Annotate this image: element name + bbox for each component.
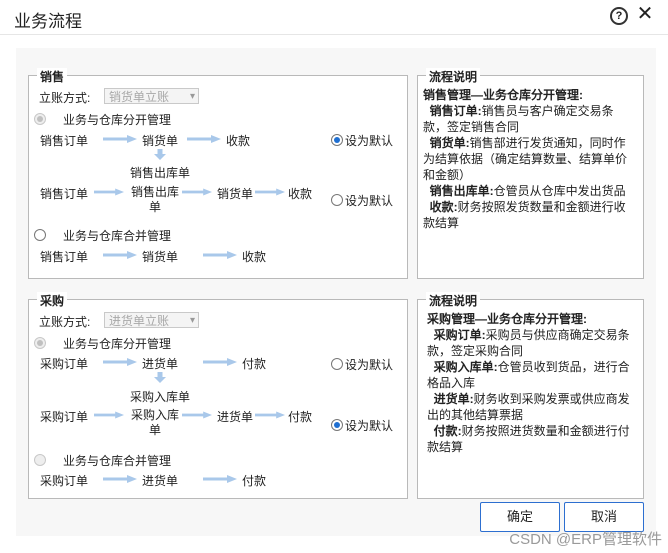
title-bar: 业务流程 ? ✕ bbox=[0, 0, 668, 35]
purchase-separate-label: 业务与仓库分开管理 bbox=[63, 337, 172, 351]
sales-desc-item: 销货单:销售部进行发货通知，同时作为结算依据（确定结算数量、结算单价和金额） bbox=[423, 135, 637, 183]
purchase-flow3-node-3: 付款 bbox=[242, 474, 267, 488]
sales-desc-text: 销售管理—业务仓库分开管理: 销售订单:销售员与客户确定交易条款，签定销售合同 … bbox=[423, 87, 637, 231]
arrow-right-icon bbox=[94, 188, 124, 196]
purchase-flow2-node-4: 付款 bbox=[288, 410, 313, 424]
sales-flow2-node-2-text: 销售出库单 bbox=[130, 185, 179, 214]
purchase-desc-heading: 采购管理—业务仓库分开管理: bbox=[427, 312, 587, 326]
sales-group: 销售 立账方式: 销货单立账 ▾ 业务与仓库分开管理 销售订单 销货单 收款 设… bbox=[28, 68, 408, 279]
sales-flow2-node-2: 销售出库单 bbox=[130, 185, 180, 215]
sales-method-value: 销货单立账 bbox=[109, 90, 170, 104]
sales-flow3-node-2: 销货单 bbox=[142, 250, 179, 264]
sales-desc-item: 销售订单:销售员与客户确定交易条款，签定销售合同 bbox=[423, 103, 637, 135]
purchase-mid-node: 采购入库单 bbox=[130, 390, 191, 404]
sales-merge-label: 业务与仓库合并管理 bbox=[63, 229, 172, 243]
arrow-right-icon bbox=[182, 411, 212, 419]
sales-desc-group: 流程说明 销售管理—业务仓库分开管理: 销售订单:销售员与客户确定交易条款，签定… bbox=[417, 68, 644, 279]
arrow-right-icon bbox=[182, 188, 212, 196]
purchase-desc-term: 进货单: bbox=[433, 392, 474, 406]
purchase-default-label-2: 设为默认 bbox=[345, 419, 394, 433]
arrow-right-icon bbox=[203, 358, 237, 366]
arrow-right-icon bbox=[103, 135, 137, 143]
help-icon[interactable]: ? bbox=[610, 7, 628, 25]
sales-separate-label: 业务与仓库分开管理 bbox=[63, 113, 172, 127]
purchase-desc-legend: 流程说明 bbox=[426, 292, 481, 309]
purchase-flow3-node-2: 进货单 bbox=[142, 474, 179, 488]
purchase-desc-term: 付款: bbox=[433, 424, 462, 438]
purchase-flow1-node-2: 进货单 bbox=[142, 357, 179, 371]
sales-mid-node: 销售出库单 bbox=[130, 166, 191, 180]
purchase-separate-radio[interactable] bbox=[34, 337, 46, 349]
purchase-default-radio-1[interactable] bbox=[331, 358, 343, 370]
purchase-default-radio-2[interactable] bbox=[331, 419, 343, 431]
purchase-method-select[interactable]: 进货单立账 ▾ bbox=[104, 312, 199, 328]
sales-method-label: 立账方式: bbox=[39, 91, 91, 105]
purchase-merge-label: 业务与仓库合并管理 bbox=[63, 454, 172, 468]
arrow-right-icon bbox=[187, 135, 221, 143]
purchase-merge-radio[interactable] bbox=[34, 454, 46, 466]
sales-default-label-2: 设为默认 bbox=[345, 194, 394, 208]
purchase-desc-group: 流程说明 采购管理—业务仓库分开管理: 采购订单:采购员与供应商确定交易条款，签… bbox=[417, 292, 644, 499]
arrow-down-icon bbox=[154, 372, 166, 383]
purchase-group: 采购 立账方式: 进货单立账 ▾ 业务与仓库分开管理 采购订单 进货单 付款 设… bbox=[28, 292, 408, 499]
sales-legend: 销售 bbox=[37, 68, 68, 85]
chevron-down-icon: ▾ bbox=[189, 91, 195, 102]
arrow-right-icon bbox=[255, 188, 285, 196]
sales-desc-term: 收款: bbox=[429, 200, 458, 214]
window-title: 业务流程 bbox=[14, 12, 82, 31]
purchase-desc-term: 采购订单: bbox=[433, 328, 486, 342]
sales-flow2-node-3: 销货单 bbox=[217, 187, 254, 201]
sales-desc-item: 收款:财务按照发货数量和金额进行收款结算 bbox=[423, 199, 637, 231]
sales-default-label-1: 设为默认 bbox=[345, 134, 394, 148]
purchase-method-label: 立账方式: bbox=[39, 315, 91, 329]
dialog-content: 销售 立账方式: 销货单立账 ▾ 业务与仓库分开管理 销售订单 销货单 收款 设… bbox=[16, 48, 656, 536]
arrow-right-icon bbox=[255, 411, 285, 419]
sales-desc-term: 销货单: bbox=[429, 136, 470, 150]
sales-method-select[interactable]: 销货单立账 ▾ bbox=[104, 88, 199, 104]
sales-flow2-node-4: 收款 bbox=[288, 187, 313, 201]
sales-default-radio-2[interactable] bbox=[331, 194, 343, 206]
arrow-right-icon bbox=[103, 358, 137, 366]
purchase-default-label-1: 设为默认 bbox=[345, 358, 394, 372]
purchase-flow2-node-1: 采购订单 bbox=[40, 410, 89, 424]
purchase-desc-item: 采购入库单:仓管员收到货品，进行合格品入库 bbox=[427, 359, 637, 391]
arrow-right-icon bbox=[103, 251, 137, 259]
arrow-right-icon bbox=[103, 475, 137, 483]
purchase-desc-item: 付款:财务按照进货数量和金额进行付款结算 bbox=[427, 423, 637, 455]
close-icon[interactable]: ✕ bbox=[636, 4, 654, 24]
purchase-desc-item: 采购订单:采购员与供应商确定交易条款，签定采购合同 bbox=[427, 327, 637, 359]
sales-flow3-node-3: 收款 bbox=[242, 250, 267, 264]
purchase-flow2-node-2: 采购入库单 bbox=[130, 408, 180, 438]
purchase-desc-item: 进货单:财务收到采购发票或供应商发出的其他结算票据 bbox=[427, 391, 637, 423]
sales-desc-heading: 销售管理—业务仓库分开管理: bbox=[423, 88, 583, 102]
arrow-right-icon bbox=[203, 251, 237, 259]
purchase-desc-term: 采购入库单: bbox=[433, 360, 498, 374]
arrow-down-icon bbox=[154, 149, 166, 160]
purchase-flow2-node-2-text: 采购入库单 bbox=[130, 408, 179, 437]
purchase-method-value: 进货单立账 bbox=[109, 314, 170, 328]
watermark: CSDN @ERP管理软件 bbox=[509, 531, 662, 548]
arrow-right-icon bbox=[94, 411, 124, 419]
sales-flow2-node-1: 销售订单 bbox=[40, 187, 89, 201]
sales-merge-radio[interactable] bbox=[34, 229, 46, 241]
sales-flow1-node-1: 销售订单 bbox=[40, 134, 89, 148]
sales-desc-term: 销售订单: bbox=[429, 104, 482, 118]
purchase-desc-text: 采购管理—业务仓库分开管理: 采购订单:采购员与供应商确定交易条款，签定采购合同… bbox=[427, 311, 637, 455]
sales-flow1-node-2: 销货单 bbox=[142, 134, 179, 148]
purchase-legend: 采购 bbox=[37, 292, 68, 309]
chevron-down-icon: ▾ bbox=[189, 315, 195, 326]
sales-separate-radio[interactable] bbox=[34, 113, 46, 125]
purchase-flow1-node-3: 付款 bbox=[242, 357, 267, 371]
sales-desc-term: 销售出库单: bbox=[429, 184, 494, 198]
sales-default-radio-1[interactable] bbox=[331, 134, 343, 146]
sales-desc-body: 仓管员从仓库中发出货品 bbox=[493, 184, 626, 198]
sales-desc-item: 销售出库单:仓管员从仓库中发出货品 bbox=[423, 183, 637, 199]
purchase-flow3-node-1: 采购订单 bbox=[40, 474, 89, 488]
sales-desc-legend: 流程说明 bbox=[426, 68, 481, 85]
purchase-flow1-node-1: 采购订单 bbox=[40, 357, 89, 371]
sales-flow3-node-1: 销售订单 bbox=[40, 250, 89, 264]
sales-flow1-node-3: 收款 bbox=[226, 134, 251, 148]
purchase-flow2-node-3: 进货单 bbox=[217, 410, 254, 424]
arrow-right-icon bbox=[203, 475, 237, 483]
